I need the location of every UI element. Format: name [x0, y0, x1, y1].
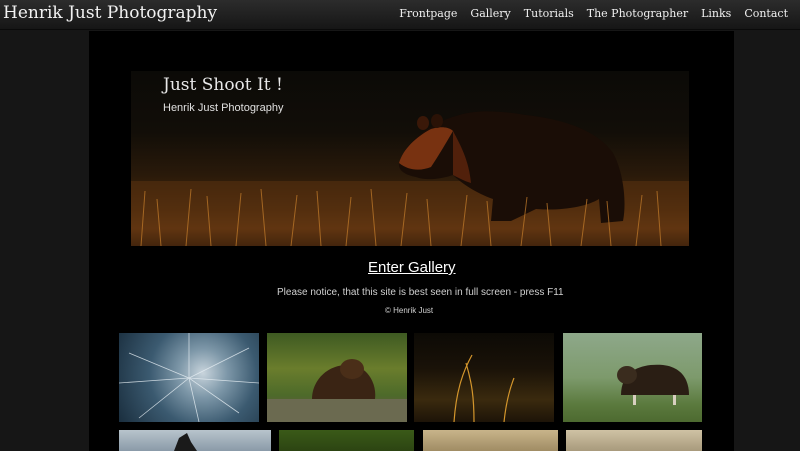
grass-thumbnail-illustration [453, 354, 515, 422]
top-navbar: Henrik Just Photography Frontpage Galler… [0, 0, 800, 30]
thumbnail-dandelion-seeds[interactable] [119, 333, 259, 422]
nav-link-gallery[interactable]: Gallery [470, 7, 510, 20]
nav-link-links[interactable]: Links [701, 7, 731, 20]
thumbnail-muskox[interactable] [563, 333, 702, 422]
nav-link-frontpage[interactable]: Frontpage [399, 7, 457, 20]
hero-title: Just Shoot It ! [163, 75, 283, 95]
nav-link-the-photographer[interactable]: The Photographer [587, 7, 688, 20]
nav-link-contact[interactable]: Contact [744, 7, 788, 20]
thumbnail-green-foliage[interactable] [279, 430, 414, 451]
bird-thumbnail-illustration [174, 433, 197, 451]
main-nav: Frontpage Gallery Tutorials The Photogra… [386, 7, 788, 20]
thumbnail-brown-bear[interactable] [267, 333, 407, 422]
nav-link-tutorials[interactable]: Tutorials [524, 7, 574, 20]
thumbnail-grass-sunset[interactable] [414, 333, 554, 422]
enter-gallery-container: Enter Gallery [368, 259, 456, 277]
hero-subtitle: Henrik Just Photography [163, 102, 284, 114]
bear-thumbnail-illustration [267, 359, 407, 422]
thumbnail-bird[interactable] [119, 430, 271, 451]
hero-bear-illustration [131, 111, 689, 246]
hero-banner-bear-image: Just Shoot It ! Henrik Just Photography [131, 71, 689, 246]
enter-gallery-link[interactable]: Enter Gallery [368, 259, 456, 276]
thumbnail-sand-dune-1[interactable] [423, 430, 558, 451]
muskox-thumbnail-illustration [617, 364, 689, 405]
fullscreen-notice: Please notice, that this site is best se… [277, 287, 564, 298]
site-brand-link[interactable]: Henrik Just Photography [3, 3, 217, 23]
copyright-text: © Henrik Just [385, 306, 434, 315]
thumbnail-sand-dune-2[interactable] [566, 430, 702, 451]
dandelion-illustration [119, 333, 259, 422]
